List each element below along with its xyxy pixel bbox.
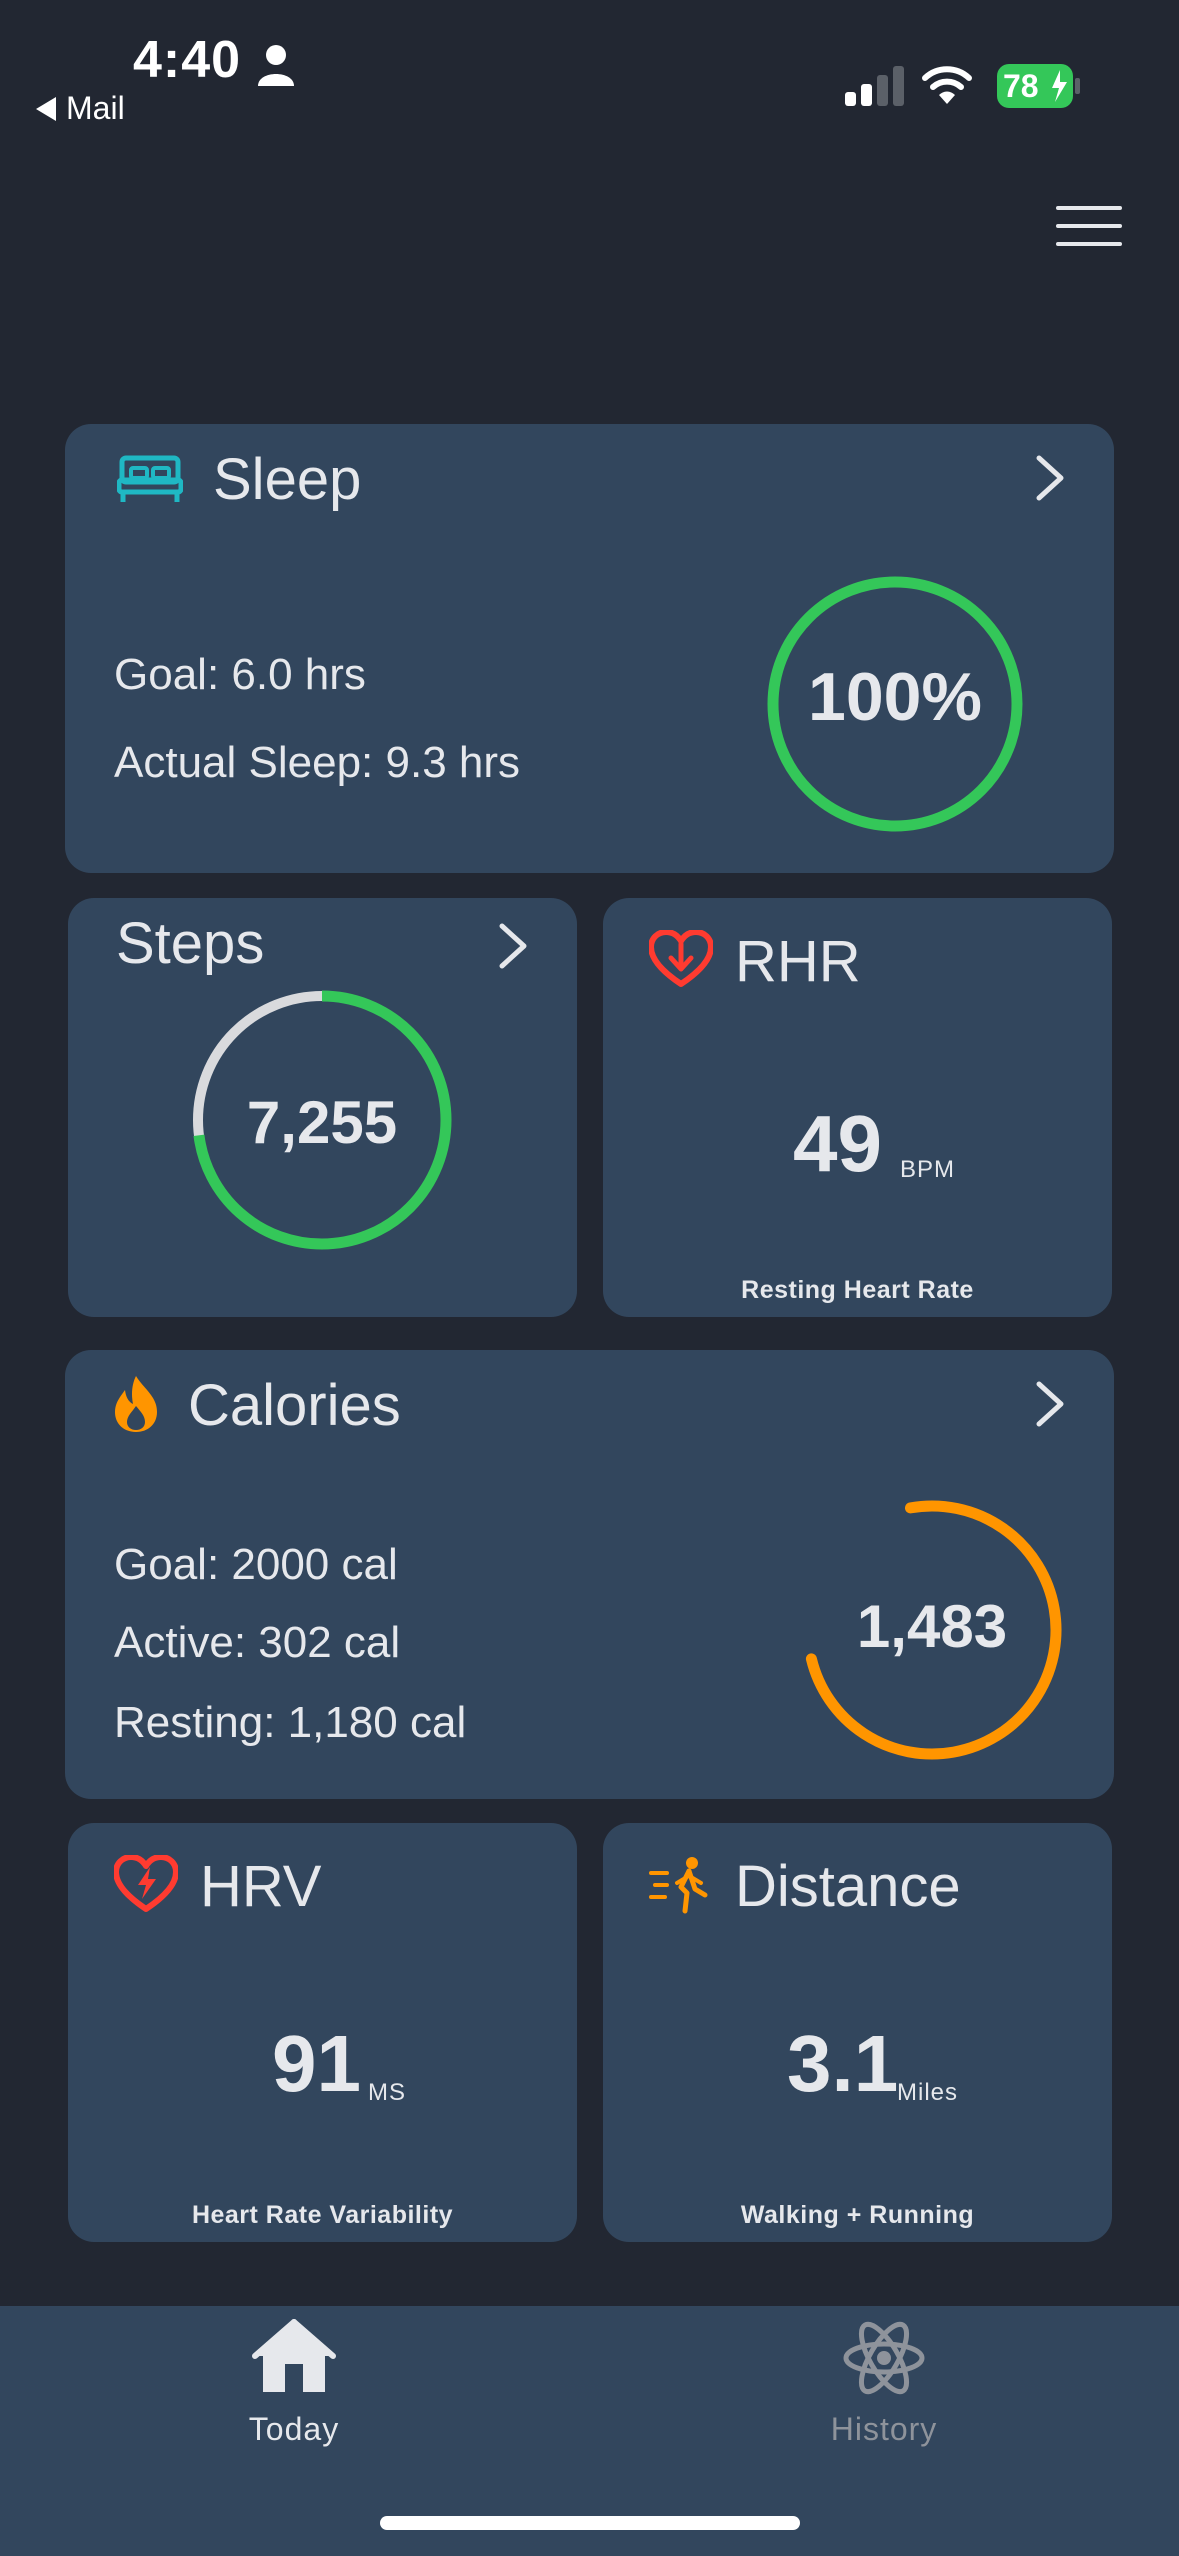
- menu-button[interactable]: [1056, 206, 1122, 246]
- sleep-card[interactable]: Sleep Goal: 6.0 hrs Actual Sleep: 9.3 hr…: [65, 424, 1114, 873]
- sleep-actual: Actual Sleep: 9.3 hrs: [114, 738, 521, 787]
- menu-line-middle: [1056, 224, 1122, 228]
- calories-value: 1,483: [856, 1593, 1008, 1660]
- sleep-title: Sleep: [213, 447, 362, 512]
- rhr-unit: BPM: [900, 1156, 956, 1183]
- tab-today-label: Today: [248, 2411, 340, 2447]
- atom-icon: [843, 2321, 925, 2395]
- rhr-value: 49: [793, 1099, 882, 1188]
- distance-caption: Walking + Running: [740, 2201, 975, 2229]
- steps-title: Steps: [116, 911, 265, 976]
- back-to-mail-link[interactable]: Mail: [36, 90, 125, 127]
- status-time: 4:40: [133, 31, 242, 89]
- steps-card[interactable]: Steps 7,255: [68, 898, 577, 1317]
- sleep-goal: Goal: 6.0 hrs: [114, 650, 366, 699]
- bed-icon: [117, 455, 183, 502]
- distance-value: 3.1: [787, 2019, 899, 2108]
- heart-down-arrow-icon: [649, 930, 713, 987]
- sleep-percent: 100%: [808, 659, 982, 735]
- menu-line-bottom: [1056, 242, 1122, 246]
- cellular-signal-icon: [845, 66, 904, 106]
- battery-indicator: 78: [997, 64, 1081, 108]
- hrv-title: HRV: [200, 1854, 322, 1919]
- hrv-card: HRV 91 MS Heart Rate Variability: [68, 1823, 577, 2242]
- chevron-right-icon[interactable]: [1035, 454, 1065, 502]
- calories-resting: Resting: 1,180 cal: [114, 1698, 467, 1747]
- calories-active: Active: 302 cal: [114, 1618, 401, 1667]
- flame-icon: [115, 1376, 157, 1432]
- home-icon: [252, 2319, 336, 2392]
- tab-history[interactable]: History: [764, 2318, 1004, 2448]
- distance-unit: Miles: [897, 2079, 959, 2106]
- wifi-icon: [922, 66, 972, 104]
- home-indicator: [380, 2516, 800, 2530]
- calories-title: Calories: [188, 1373, 401, 1438]
- walking-person-icon: [649, 1857, 708, 1914]
- back-label: Mail: [66, 90, 125, 126]
- rhr-title: RHR: [735, 929, 861, 994]
- hrv-caption: Heart Rate Variability: [191, 2201, 454, 2229]
- hrv-unit: MS: [368, 2079, 406, 2106]
- calories-card[interactable]: Calories Goal: 2000 cal Active: 302 cal …: [65, 1350, 1114, 1799]
- distance-title: Distance: [735, 1854, 961, 1919]
- battery-percent: 78: [1003, 68, 1039, 104]
- person-icon: [258, 45, 294, 86]
- chevron-right-icon[interactable]: [498, 922, 528, 970]
- tab-history-label: History: [830, 2411, 938, 2447]
- heart-bolt-icon: [114, 1855, 178, 1912]
- distance-card: Distance 3.1 Miles Walking + Running: [603, 1823, 1112, 2242]
- rhr-caption: Resting Heart Rate: [741, 1276, 974, 1304]
- tab-today[interactable]: Today: [174, 2318, 414, 2448]
- rhr-card: RHR 49 BPM Resting Heart Rate: [603, 898, 1112, 1317]
- chevron-right-icon[interactable]: [1035, 1380, 1065, 1428]
- steps-value: 7,255: [246, 1089, 398, 1156]
- menu-line-top: [1056, 206, 1122, 210]
- back-arrow-icon: [36, 96, 56, 121]
- calories-goal: Goal: 2000 cal: [114, 1540, 398, 1589]
- hrv-value: 91: [272, 2019, 361, 2108]
